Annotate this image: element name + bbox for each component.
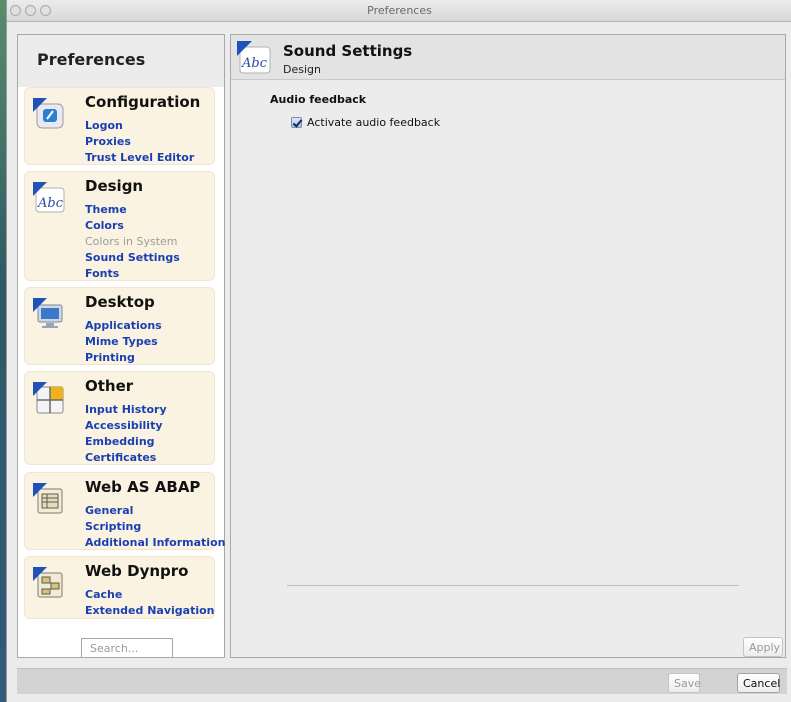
- group-design-title: Design: [85, 177, 144, 195]
- content-icon-text: Abc: [241, 56, 268, 71]
- sidebar-item-logon[interactable]: Logon: [85, 118, 194, 134]
- sidebar-item-colors[interactable]: Colors: [85, 218, 180, 234]
- search-input[interactable]: [81, 638, 173, 658]
- save-button[interactable]: Save: [668, 673, 701, 693]
- web-dynpro-icon: [33, 567, 63, 598]
- group-web-dynpro-title: Web Dynpro: [85, 562, 189, 580]
- desktop-icon: [33, 298, 63, 328]
- group-web-dynpro: Web Dynpro Cache Extended Navigation: [24, 556, 215, 619]
- sidebar-item-general[interactable]: General: [85, 503, 225, 519]
- configuration-icon: [33, 98, 64, 129]
- design-icon: Abc: [33, 182, 65, 213]
- other-icon: [33, 382, 64, 414]
- sidebar-item-certificates[interactable]: Certificates: [85, 450, 167, 466]
- sidebar-item-accessibility[interactable]: Accessibility: [85, 418, 167, 434]
- page-subtitle: Design: [283, 63, 321, 76]
- preferences-window: Preferences Preferences Configuration Lo…: [6, 0, 791, 702]
- window-title: Preferences: [367, 4, 432, 17]
- sidebar-item-scripting[interactable]: Scripting: [85, 519, 225, 535]
- group-other-title: Other: [85, 377, 134, 395]
- sidebar-item-trust-level-editor[interactable]: Trust Level Editor: [85, 150, 194, 166]
- sidebar-item-applications[interactable]: Applications: [85, 318, 162, 334]
- group-desktop-title: Desktop: [85, 293, 155, 311]
- sidebar-item-mime-types[interactable]: Mime Types: [85, 334, 162, 350]
- group-desktop: Desktop Applications Mime Types Printing: [24, 287, 215, 365]
- sidebar-item-printing[interactable]: Printing: [85, 350, 162, 366]
- activate-audio-feedback-row[interactable]: Activate audio feedback: [291, 116, 440, 129]
- sidebar-item-cache[interactable]: Cache: [85, 587, 214, 603]
- group-configuration-title: Configuration: [85, 93, 201, 111]
- settings-header: Abc Sound Settings Design: [231, 35, 785, 80]
- page-title: Sound Settings: [283, 42, 413, 60]
- activate-audio-feedback-label[interactable]: Activate audio feedback: [307, 116, 440, 129]
- bottom-bar: Save Cancel: [17, 668, 787, 694]
- sidebar-item-fonts[interactable]: Fonts: [85, 266, 180, 282]
- sidebar-item-colors-in-system: Colors in System: [85, 235, 178, 248]
- group-design: Abc Design Theme Colors Colors in System…: [24, 171, 215, 281]
- svg-text:Abc: Abc: [37, 196, 64, 211]
- web-as-abap-icon: [33, 483, 63, 514]
- divider: [287, 585, 739, 586]
- group-web-as-abap-title: Web AS ABAP: [85, 478, 201, 496]
- sidebar-item-sound-settings[interactable]: Sound Settings: [85, 250, 180, 266]
- apply-button[interactable]: Apply: [743, 637, 783, 657]
- sidebar-title: Preferences: [37, 50, 146, 69]
- sidebar-header: Preferences: [18, 35, 224, 87]
- sidebar-item-proxies[interactable]: Proxies: [85, 134, 194, 150]
- sidebar-item-theme[interactable]: Theme: [85, 202, 180, 218]
- design-icon: Abc: [237, 41, 271, 74]
- cancel-button[interactable]: Cancel: [737, 673, 780, 693]
- activate-audio-feedback-checkbox[interactable]: [291, 117, 302, 128]
- preferences-sidebar: Preferences Configuration Logon Proxies …: [17, 34, 225, 658]
- sidebar-item-embedding[interactable]: Embedding: [85, 434, 167, 450]
- sidebar-item-extended-navigation[interactable]: Extended Navigation: [85, 603, 214, 619]
- title-bar: Preferences: [7, 0, 791, 22]
- sidebar-item-additional-information[interactable]: Additional Information: [85, 535, 225, 551]
- group-configuration: Configuration Logon Proxies Trust Level …: [24, 87, 215, 165]
- section-label: Audio feedback: [270, 93, 367, 106]
- sidebar-item-input-history[interactable]: Input History: [85, 402, 167, 418]
- group-web-as-abap: Web AS ABAP General Scripting Additional…: [24, 472, 225, 550]
- group-other: Other Input History Accessibility Embedd…: [24, 371, 215, 465]
- settings-panel: Abc Sound Settings Design Audio feedback…: [230, 34, 786, 658]
